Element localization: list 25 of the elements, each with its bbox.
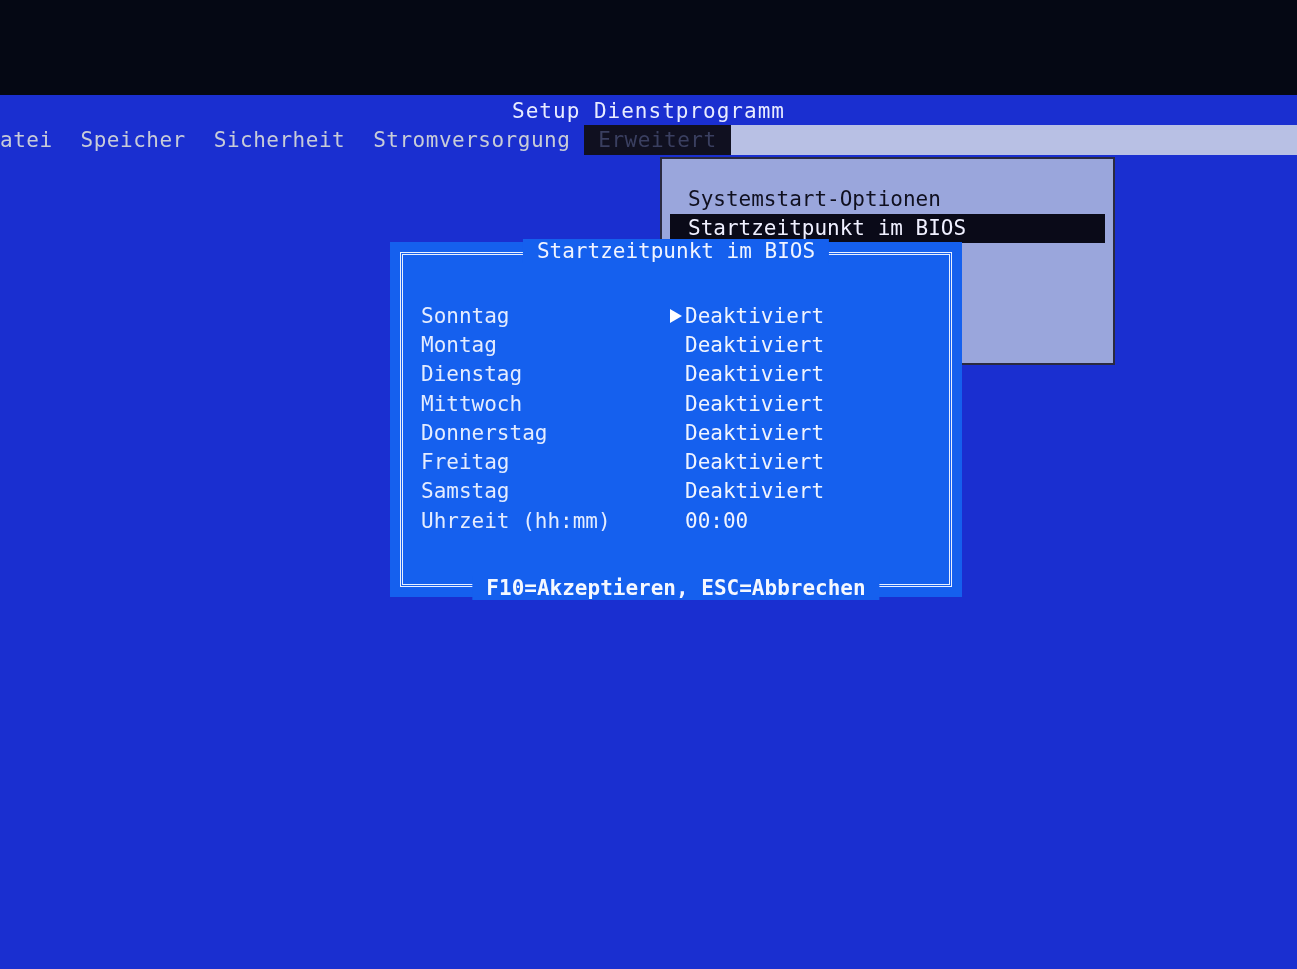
window-title: Setup Dienstprogramm xyxy=(511,98,786,125)
setting-value[interactable]: Deaktiviert xyxy=(685,332,825,357)
dialog-title: Startzeitpunkt im BIOS xyxy=(522,239,830,263)
setting-value[interactable]: Deaktiviert xyxy=(685,303,825,328)
setting-value[interactable]: Deaktiviert xyxy=(685,420,825,445)
menu-tab[interactable]: Speicher xyxy=(66,125,200,155)
menu-item[interactable]: Startzeitpunkt im BIOS xyxy=(670,214,1105,243)
setting-value[interactable]: Deaktiviert xyxy=(685,391,825,416)
setting-value[interactable]: 00:00 xyxy=(685,508,749,533)
setting-value[interactable]: Deaktiviert xyxy=(685,479,825,504)
setting-label: Samstag xyxy=(421,479,511,504)
setting-value[interactable]: Deaktiviert xyxy=(685,450,825,475)
setting-label: Freitag xyxy=(421,450,511,475)
setting-label: Dienstag xyxy=(421,362,524,387)
menu-tab[interactable]: atei xyxy=(0,125,67,155)
key-hint: F10=Akzeptieren, ESC=Abbrechen xyxy=(472,576,880,600)
setting-label: Donnerstag xyxy=(421,420,549,445)
menu-tab[interactable]: Stromversorgung xyxy=(359,125,585,155)
setting-value[interactable]: Deaktiviert xyxy=(685,362,825,387)
setting-label: Uhrzeit (hh:mm) xyxy=(421,508,612,533)
setting-label: Montag xyxy=(421,332,498,357)
menu-item[interactable]: Systemstart-Optionen xyxy=(670,185,1105,214)
setting-label: Sonntag xyxy=(421,303,511,328)
menu-tab[interactable]: Sicherheit xyxy=(199,125,360,155)
setting-label: Mittwoch xyxy=(421,391,524,416)
